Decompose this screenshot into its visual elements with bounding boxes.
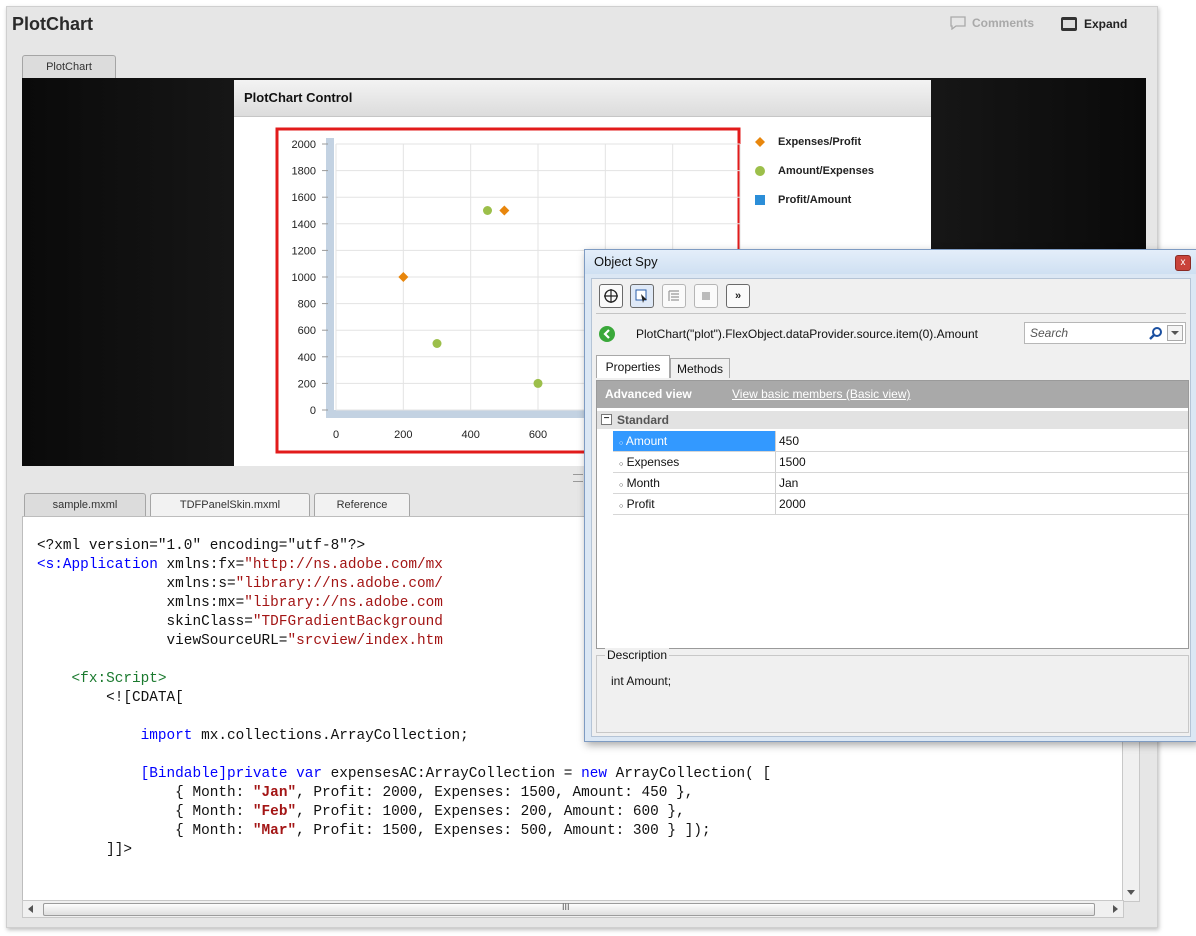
tab-plotchart[interactable]: PlotChart <box>22 55 116 78</box>
legend-item-expenses-profit: Expenses/Profit <box>754 136 861 148</box>
y-tick-label: 400 <box>298 352 316 364</box>
y-axis-band <box>326 138 334 418</box>
search-options-dropdown[interactable] <box>1167 325 1183 341</box>
scatter-point-circle <box>533 378 543 388</box>
y-tick-label: 1600 <box>292 192 316 204</box>
square-marker-icon <box>755 195 765 205</box>
chevron-down-icon <box>1171 331 1179 335</box>
scroll-down-icon[interactable] <box>1127 890 1135 895</box>
object-path: PlotChart("plot").FlexObject.dataProvide… <box>636 327 978 341</box>
property-row[interactable]: ○ Month Jan <box>613 473 1188 494</box>
search-icon[interactable] <box>1149 326 1163 340</box>
search-input[interactable]: Search <box>1024 322 1186 344</box>
target-icon <box>604 289 618 303</box>
legend-item-amount-expenses: Amount/Expenses <box>754 165 874 177</box>
y-tick-label: 1000 <box>292 272 316 284</box>
back-arrow-icon[interactable] <box>598 325 616 343</box>
y-tick-label: 0 <box>310 405 316 417</box>
expand-label: Expand <box>1084 17 1128 31</box>
stop-icon <box>702 292 710 300</box>
x-tick-label: 400 <box>461 429 479 441</box>
x-tick-label: 200 <box>394 429 412 441</box>
legend-item-profit-amount: Profit/Amount <box>754 194 851 206</box>
select-object-button[interactable] <box>630 284 654 308</box>
x-tick-label: 0 <box>333 429 339 441</box>
close-icon[interactable]: x <box>1175 255 1191 271</box>
object-spy-window: Object Spy x » PlotChart("plot").FlexObj… <box>584 249 1196 742</box>
code-horizontal-scrollbar[interactable]: III <box>22 900 1124 918</box>
y-tick-label: 1400 <box>292 219 316 231</box>
tab-methods[interactable]: Methods <box>670 358 730 378</box>
more-button[interactable]: » <box>726 284 750 308</box>
scroll-right-icon[interactable] <box>1113 905 1118 913</box>
legend-label: Amount/Expenses <box>778 165 874 177</box>
property-row[interactable]: ○ Amount 450 <box>613 431 1188 452</box>
scroll-thumb[interactable]: III <box>43 902 1095 916</box>
diamond-marker-icon <box>755 137 765 147</box>
description-label: Description <box>605 648 670 662</box>
search-placeholder: Search <box>1030 326 1069 340</box>
properties-grid: Advanced view View basic members (Basic … <box>596 380 1189 649</box>
comments-label: Comments <box>972 16 1035 30</box>
description-text: int Amount; <box>611 674 672 688</box>
advanced-view-bar: Advanced view View basic members (Basic … <box>597 381 1188 408</box>
comment-icon <box>950 16 966 30</box>
object-spy-body: » PlotChart("plot").FlexObject.dataProvi… <box>591 278 1191 737</box>
collapse-icon[interactable]: − <box>601 414 612 425</box>
advanced-view-label: Advanced view <box>605 387 692 401</box>
tab-tdfpanelskin-mxml[interactable]: TDFPanelSkin.mxml <box>150 493 310 516</box>
y-tick-label: 600 <box>298 325 316 337</box>
y-tick-label: 2000 <box>292 139 316 151</box>
tree-icon <box>668 290 679 301</box>
scatter-point-circle <box>432 339 442 348</box>
description-box: Description int Amount; <box>596 648 1189 733</box>
page-title: PlotChart <box>12 14 93 34</box>
tab-properties[interactable]: Properties <box>596 355 670 378</box>
tree-view-button[interactable] <box>662 284 686 308</box>
y-tick-label: 1800 <box>292 166 316 178</box>
stop-button[interactable] <box>694 284 718 308</box>
scroll-left-icon[interactable] <box>28 905 33 913</box>
circle-marker-icon <box>755 166 765 176</box>
scatter-point-circle <box>483 206 492 215</box>
scatter-point-diamond <box>499 205 510 216</box>
legend-label: Profit/Amount <box>778 194 852 206</box>
property-row[interactable]: ○ Expenses 1500 <box>613 452 1188 473</box>
y-tick-label: 200 <box>298 378 316 390</box>
tab-sample-mxml[interactable]: sample.mxml <box>24 493 146 516</box>
group-standard[interactable]: − Standard <box>597 411 1188 429</box>
expand-icon <box>1061 17 1077 31</box>
y-tick-label: 1200 <box>292 245 316 257</box>
cursor-icon <box>635 289 647 303</box>
basic-view-link[interactable]: View basic members (Basic view) <box>732 387 911 401</box>
scatter-point-diamond <box>398 272 409 282</box>
pointing-hand-button[interactable] <box>599 284 623 308</box>
y-tick-label: 800 <box>298 299 316 311</box>
x-tick-label: 600 <box>529 429 547 441</box>
expand-button[interactable]: Expand <box>1060 16 1127 32</box>
object-spy-title: Object Spy <box>585 250 1196 274</box>
comments-button[interactable]: Comments <box>950 16 1034 30</box>
tab-reference[interactable]: Reference <box>314 493 410 516</box>
property-row[interactable]: ○ Profit 2000 <box>613 494 1188 515</box>
legend-label: Expenses/Profit <box>778 136 862 148</box>
